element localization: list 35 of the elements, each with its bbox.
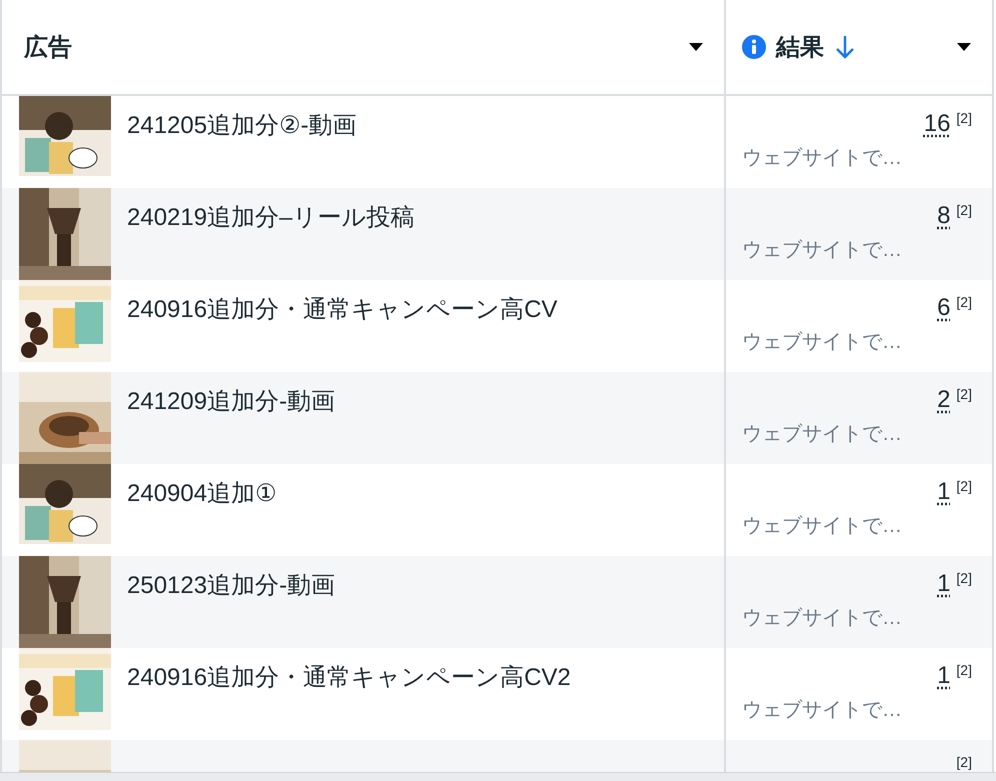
- result-type: ウェブサイトで…: [742, 238, 902, 263]
- result-type: ウェブサイトで…: [742, 698, 902, 723]
- footnote-mark: [2]: [956, 754, 972, 770]
- ad-name[interactable]: 240904追加①: [127, 477, 277, 509]
- ad-name[interactable]: 241209追加分-動画: [127, 385, 336, 417]
- footnote-mark: [2]: [956, 202, 972, 218]
- result-count[interactable]: 8: [937, 202, 950, 230]
- column-header[interactable]: 結果: [776, 31, 824, 63]
- dropdown-caret-icon[interactable]: [688, 42, 704, 52]
- result-type: ウェブサイトで…: [742, 606, 902, 631]
- footnote-mark: [2]: [956, 478, 972, 494]
- result-type: ウェブサイトで…: [742, 146, 902, 171]
- footnote-mark: [2]: [956, 662, 972, 678]
- result-type: ウェブサイトで…: [742, 514, 902, 539]
- dropdown-caret-icon[interactable]: [956, 42, 972, 52]
- result-type: ウェブサイトで…: [742, 422, 902, 447]
- footnote-mark: [2]: [956, 294, 972, 310]
- ad-name[interactable]: 250123追加分-動画: [127, 569, 336, 601]
- column-header[interactable]: 広告: [24, 31, 72, 63]
- sort-descending-icon[interactable]: [834, 34, 856, 60]
- footnote-mark: [2]: [956, 570, 972, 586]
- result-count[interactable]: 6: [937, 294, 950, 322]
- footnote-mark: [2]: [956, 386, 972, 402]
- result-count[interactable]: 1: [937, 478, 950, 506]
- ad-name[interactable]: 240219追加分–リール投稿: [127, 201, 414, 233]
- result-count[interactable]: 16: [924, 110, 950, 138]
- info-icon[interactable]: [742, 35, 766, 59]
- ad-name[interactable]: 241205追加分②-動画: [127, 109, 357, 141]
- ad-name[interactable]: 240916追加分・通常キャンペーン高CV2: [127, 661, 571, 693]
- footnote-mark: [2]: [956, 110, 972, 126]
- result-count[interactable]: 1: [937, 570, 950, 598]
- result-count[interactable]: 1: [937, 662, 950, 690]
- ad-name[interactable]: 240916追加分・通常キャンペーン高CV: [127, 293, 558, 325]
- result-count[interactable]: 2: [937, 386, 950, 414]
- result-type: ウェブサイトで…: [742, 330, 902, 355]
